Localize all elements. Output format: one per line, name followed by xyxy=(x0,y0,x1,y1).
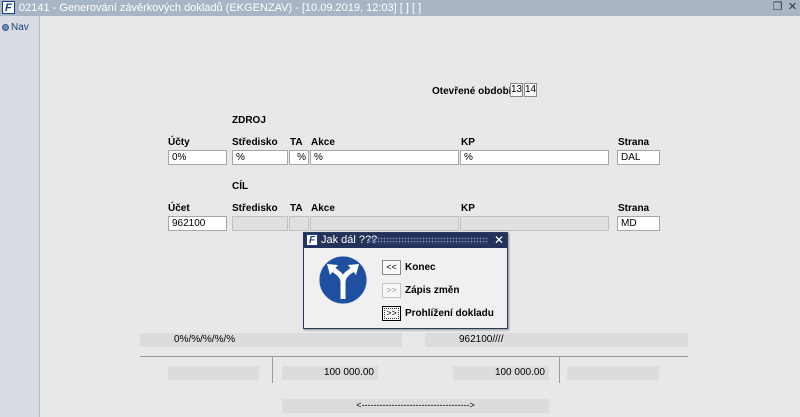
period-box-1[interactable]: 13 xyxy=(510,83,523,97)
target-mask-field: 962100//// xyxy=(425,333,688,347)
cil-akce-field xyxy=(310,216,459,231)
cil-strana-label: Strana xyxy=(618,203,650,214)
window-titlebar: 02141 - Generování závěrkových dokladů (… xyxy=(0,0,800,16)
zdroj-strana-label: Strana xyxy=(618,137,650,148)
dialog-titlebar: Jak dál ??? ✕ xyxy=(304,233,507,248)
cil-ta-label: TA xyxy=(290,203,303,214)
summary-vdivider-left xyxy=(272,356,273,383)
zdroj-ta-label: TA xyxy=(290,137,303,148)
fork-arrows-icon xyxy=(318,255,368,305)
nav-label: Nav xyxy=(11,22,29,33)
zdroj-kp-label: KP xyxy=(461,137,475,148)
close-icon[interactable]: ✕ xyxy=(786,1,799,14)
period-label: Otevřené období xyxy=(432,86,512,97)
window-title: 02141 - Generování závěrkových dokladů (… xyxy=(19,2,422,14)
cil-heading: CÍL xyxy=(232,181,249,192)
nav-button[interactable]: Nav xyxy=(2,22,29,33)
direction-arrow-field: <------------------------------------> xyxy=(282,399,549,413)
zdroj-akce-field[interactable]: % xyxy=(310,150,459,165)
cil-ucet-field[interactable]: 962100 xyxy=(168,216,227,231)
nav-icon xyxy=(2,24,9,31)
zdroj-stredisko-label: Středisko xyxy=(232,137,278,148)
konec-label: Konec xyxy=(405,262,436,273)
zapis-zmen-label: Zápis změn xyxy=(405,285,460,296)
summary-divider xyxy=(140,356,688,357)
cil-akce-label: Akce xyxy=(311,203,335,214)
zdroj-ucty-label: Účty xyxy=(168,137,190,148)
dialog-title-pattern xyxy=(368,237,488,244)
konec-button[interactable]: << xyxy=(382,260,401,275)
cil-kp-label: KP xyxy=(461,203,475,214)
prohlizeni-dokladu-button[interactable]: >> xyxy=(382,306,401,321)
cil-kp-field xyxy=(460,216,609,231)
summary-left-empty xyxy=(168,366,259,380)
summary-right-empty xyxy=(567,366,659,380)
amount-right-field: 100 000.00 xyxy=(453,366,549,380)
app-logo-icon xyxy=(2,0,15,16)
zdroj-strana-field[interactable]: DAL xyxy=(617,150,660,165)
zdroj-stredisko-field[interactable]: % xyxy=(232,150,288,165)
what-next-dialog: Jak dál ??? ✕ << Konec >> Zápis změn >> … xyxy=(303,232,508,329)
period-box-2[interactable]: 14 xyxy=(524,83,537,97)
zdroj-kp-field[interactable]: % xyxy=(460,150,609,165)
dialog-close-icon[interactable]: ✕ xyxy=(494,233,504,248)
restore-icon[interactable]: ❐ xyxy=(771,1,784,14)
cil-strana-field[interactable]: MD xyxy=(617,216,660,231)
cil-stredisko-label: Středisko xyxy=(232,203,278,214)
cil-ucet-label: Účet xyxy=(168,203,190,214)
prohlizeni-dokladu-label: Prohlížení dokladu xyxy=(405,308,494,319)
zdroj-heading: ZDROJ xyxy=(232,115,266,126)
dialog-logo-icon xyxy=(306,233,318,248)
navigation-panel: Nav xyxy=(0,16,40,417)
zdroj-akce-label: Akce xyxy=(311,137,335,148)
zdroj-ucty-field[interactable]: 0% xyxy=(168,150,227,165)
zdroj-ta-field[interactable]: % xyxy=(289,150,309,165)
amount-left-field: 100 000.00 xyxy=(282,366,378,380)
summary-vdivider-right xyxy=(559,356,560,383)
zapis-zmen-button[interactable]: >> xyxy=(382,283,401,298)
cil-ta-field xyxy=(289,216,309,231)
cil-stredisko-field xyxy=(232,216,288,231)
source-mask-field: 0%/%/%/%/% xyxy=(140,333,402,347)
